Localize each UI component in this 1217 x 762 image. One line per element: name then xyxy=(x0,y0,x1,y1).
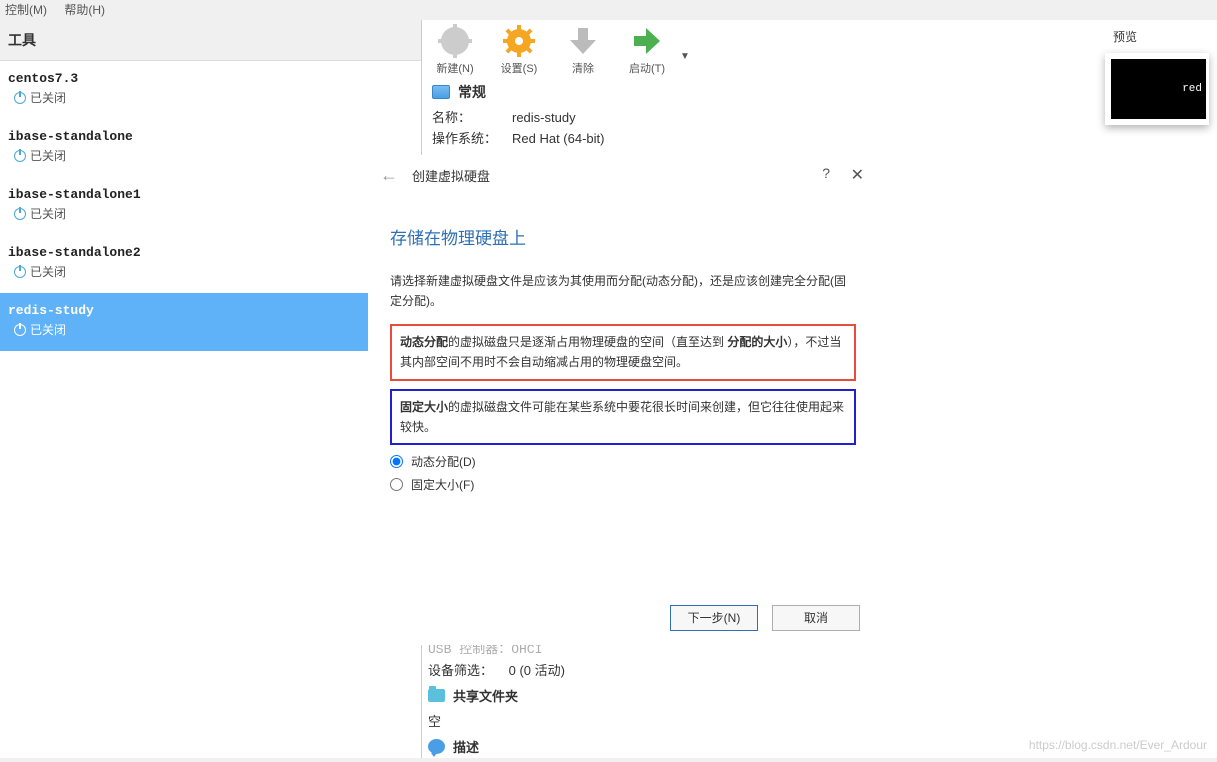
watermark: https://blog.csdn.net/Ever_Ardour xyxy=(1029,738,1207,752)
preview-panel: 预览 red xyxy=(1097,20,1217,758)
toolbar-label: 新建(N) xyxy=(436,60,473,76)
vm-item-redis-study[interactable]: redis-study 已关闭 xyxy=(0,293,421,351)
start-button[interactable]: 启动(T) xyxy=(624,24,670,76)
general-section: 常规 名称：redis-study 操作系统：Red Hat (64-bit) xyxy=(422,78,1097,160)
radio-input[interactable] xyxy=(390,455,403,468)
device-filter-value: 0 (0 活动) xyxy=(509,663,565,678)
toolbar-label: 设置(S) xyxy=(501,60,538,76)
gear-icon xyxy=(438,24,472,58)
power-icon xyxy=(14,324,26,336)
vm-item-standalone[interactable]: ibase-standalone 已关闭 xyxy=(0,119,421,177)
name-value: redis-study xyxy=(512,108,576,129)
vm-status: 已关闭 xyxy=(30,205,66,222)
radio-input[interactable] xyxy=(390,478,403,491)
arrow-down-icon xyxy=(566,24,600,58)
vm-name: centos7.3 xyxy=(8,71,413,86)
clear-button[interactable]: 清除 xyxy=(560,24,606,76)
gear-icon xyxy=(502,24,536,58)
vm-item-centos[interactable]: centos7.3 已关闭 xyxy=(0,61,421,119)
power-icon xyxy=(14,266,26,278)
folder-icon xyxy=(428,689,445,702)
radio-label: 固定大小(F) xyxy=(411,476,474,493)
radio-label: 动态分配(D) xyxy=(411,453,476,470)
radio-fixed[interactable]: 固定大小(F) xyxy=(390,476,856,493)
preview-screen: red xyxy=(1111,59,1206,119)
help-button[interactable]: ? xyxy=(822,165,830,181)
power-icon xyxy=(14,92,26,104)
dialog-description: 请选择新建虚拟硬盘文件是应该为其使用而分配(动态分配)，还是应该创建完全分配(固… xyxy=(390,271,856,312)
section-title: 常规 xyxy=(458,82,486,102)
arrow-right-icon xyxy=(630,24,664,58)
sidebar: 工具 centos7.3 已关闭 ibase-standalone 已关闭 ib… xyxy=(0,20,422,758)
toolbar-label: 清除 xyxy=(572,60,594,76)
vm-item-standalone2[interactable]: ibase-standalone2 已关闭 xyxy=(0,235,421,293)
shared-folders-title: 共享文件夹 xyxy=(453,686,518,705)
monitor-icon xyxy=(432,85,450,99)
fixed-size-note: 固定大小的虚拟磁盘文件可能在某些系统中要花很长时间来创建，但它往往使用起来较快。 xyxy=(390,389,856,446)
vm-status: 已关闭 xyxy=(30,263,66,280)
power-icon xyxy=(14,150,26,162)
dialog-heading: 存储在物理硬盘上 xyxy=(390,224,856,249)
power-icon xyxy=(14,208,26,220)
vm-status: 已关闭 xyxy=(30,89,66,106)
sidebar-title: 工具 xyxy=(0,20,421,61)
toolbar-label: 启动(T) xyxy=(629,60,665,76)
preview-thumbnail[interactable]: red xyxy=(1105,53,1209,125)
vm-name: redis-study xyxy=(8,303,413,318)
close-button[interactable]: ✕ xyxy=(851,165,864,185)
toolbar: 新建(N) 设置(S) 清除 启动(T) ▼ xyxy=(422,20,1097,78)
radio-dynamic[interactable]: 动态分配(D) xyxy=(390,453,856,470)
os-value: Red Hat (64-bit) xyxy=(512,129,604,150)
create-disk-dialog: ? ✕ ← 创建虚拟硬盘 存储在物理硬盘上 请选择新建虚拟硬盘文件是应该为其使用… xyxy=(368,155,878,645)
start-dropdown[interactable]: ▼ xyxy=(680,51,690,62)
settings-button[interactable]: 设置(S) xyxy=(496,24,542,76)
os-label: 操作系统： xyxy=(432,129,512,150)
back-button[interactable]: ← xyxy=(380,165,398,186)
bottom-details: USB 控制器：OHCI 设备筛选： 0 (0 活动) 共享文件夹 空 描述 xyxy=(428,638,1088,762)
menu-control[interactable]: 控制(M) xyxy=(5,3,47,17)
vm-name: ibase-standalone xyxy=(8,129,413,144)
preview-title: 预览 xyxy=(1113,28,1137,45)
dynamic-alloc-note: 动态分配的虚拟磁盘只是逐渐占用物理硬盘的空间（直至达到 分配的大小），不过当其内… xyxy=(390,324,856,381)
device-filter-label: 设备筛选： xyxy=(428,663,493,678)
vm-status: 已关闭 xyxy=(30,147,66,164)
description-title: 描述 xyxy=(453,737,479,756)
menu-help[interactable]: 帮助(H) xyxy=(64,3,105,17)
new-button[interactable]: 新建(N) xyxy=(432,24,478,76)
vm-name: ibase-standalone2 xyxy=(8,245,413,260)
dialog-title: 创建虚拟硬盘 xyxy=(412,166,490,185)
vm-name: ibase-standalone1 xyxy=(8,187,413,202)
shared-folders-empty: 空 xyxy=(428,711,1088,730)
cancel-button[interactable]: 取消 xyxy=(772,605,860,631)
vm-item-standalone1[interactable]: ibase-standalone1 已关闭 xyxy=(0,177,421,235)
bubble-icon xyxy=(428,739,445,754)
name-label: 名称： xyxy=(432,108,512,129)
next-button[interactable]: 下一步(N) xyxy=(670,605,758,631)
vm-status: 已关闭 xyxy=(30,321,66,338)
